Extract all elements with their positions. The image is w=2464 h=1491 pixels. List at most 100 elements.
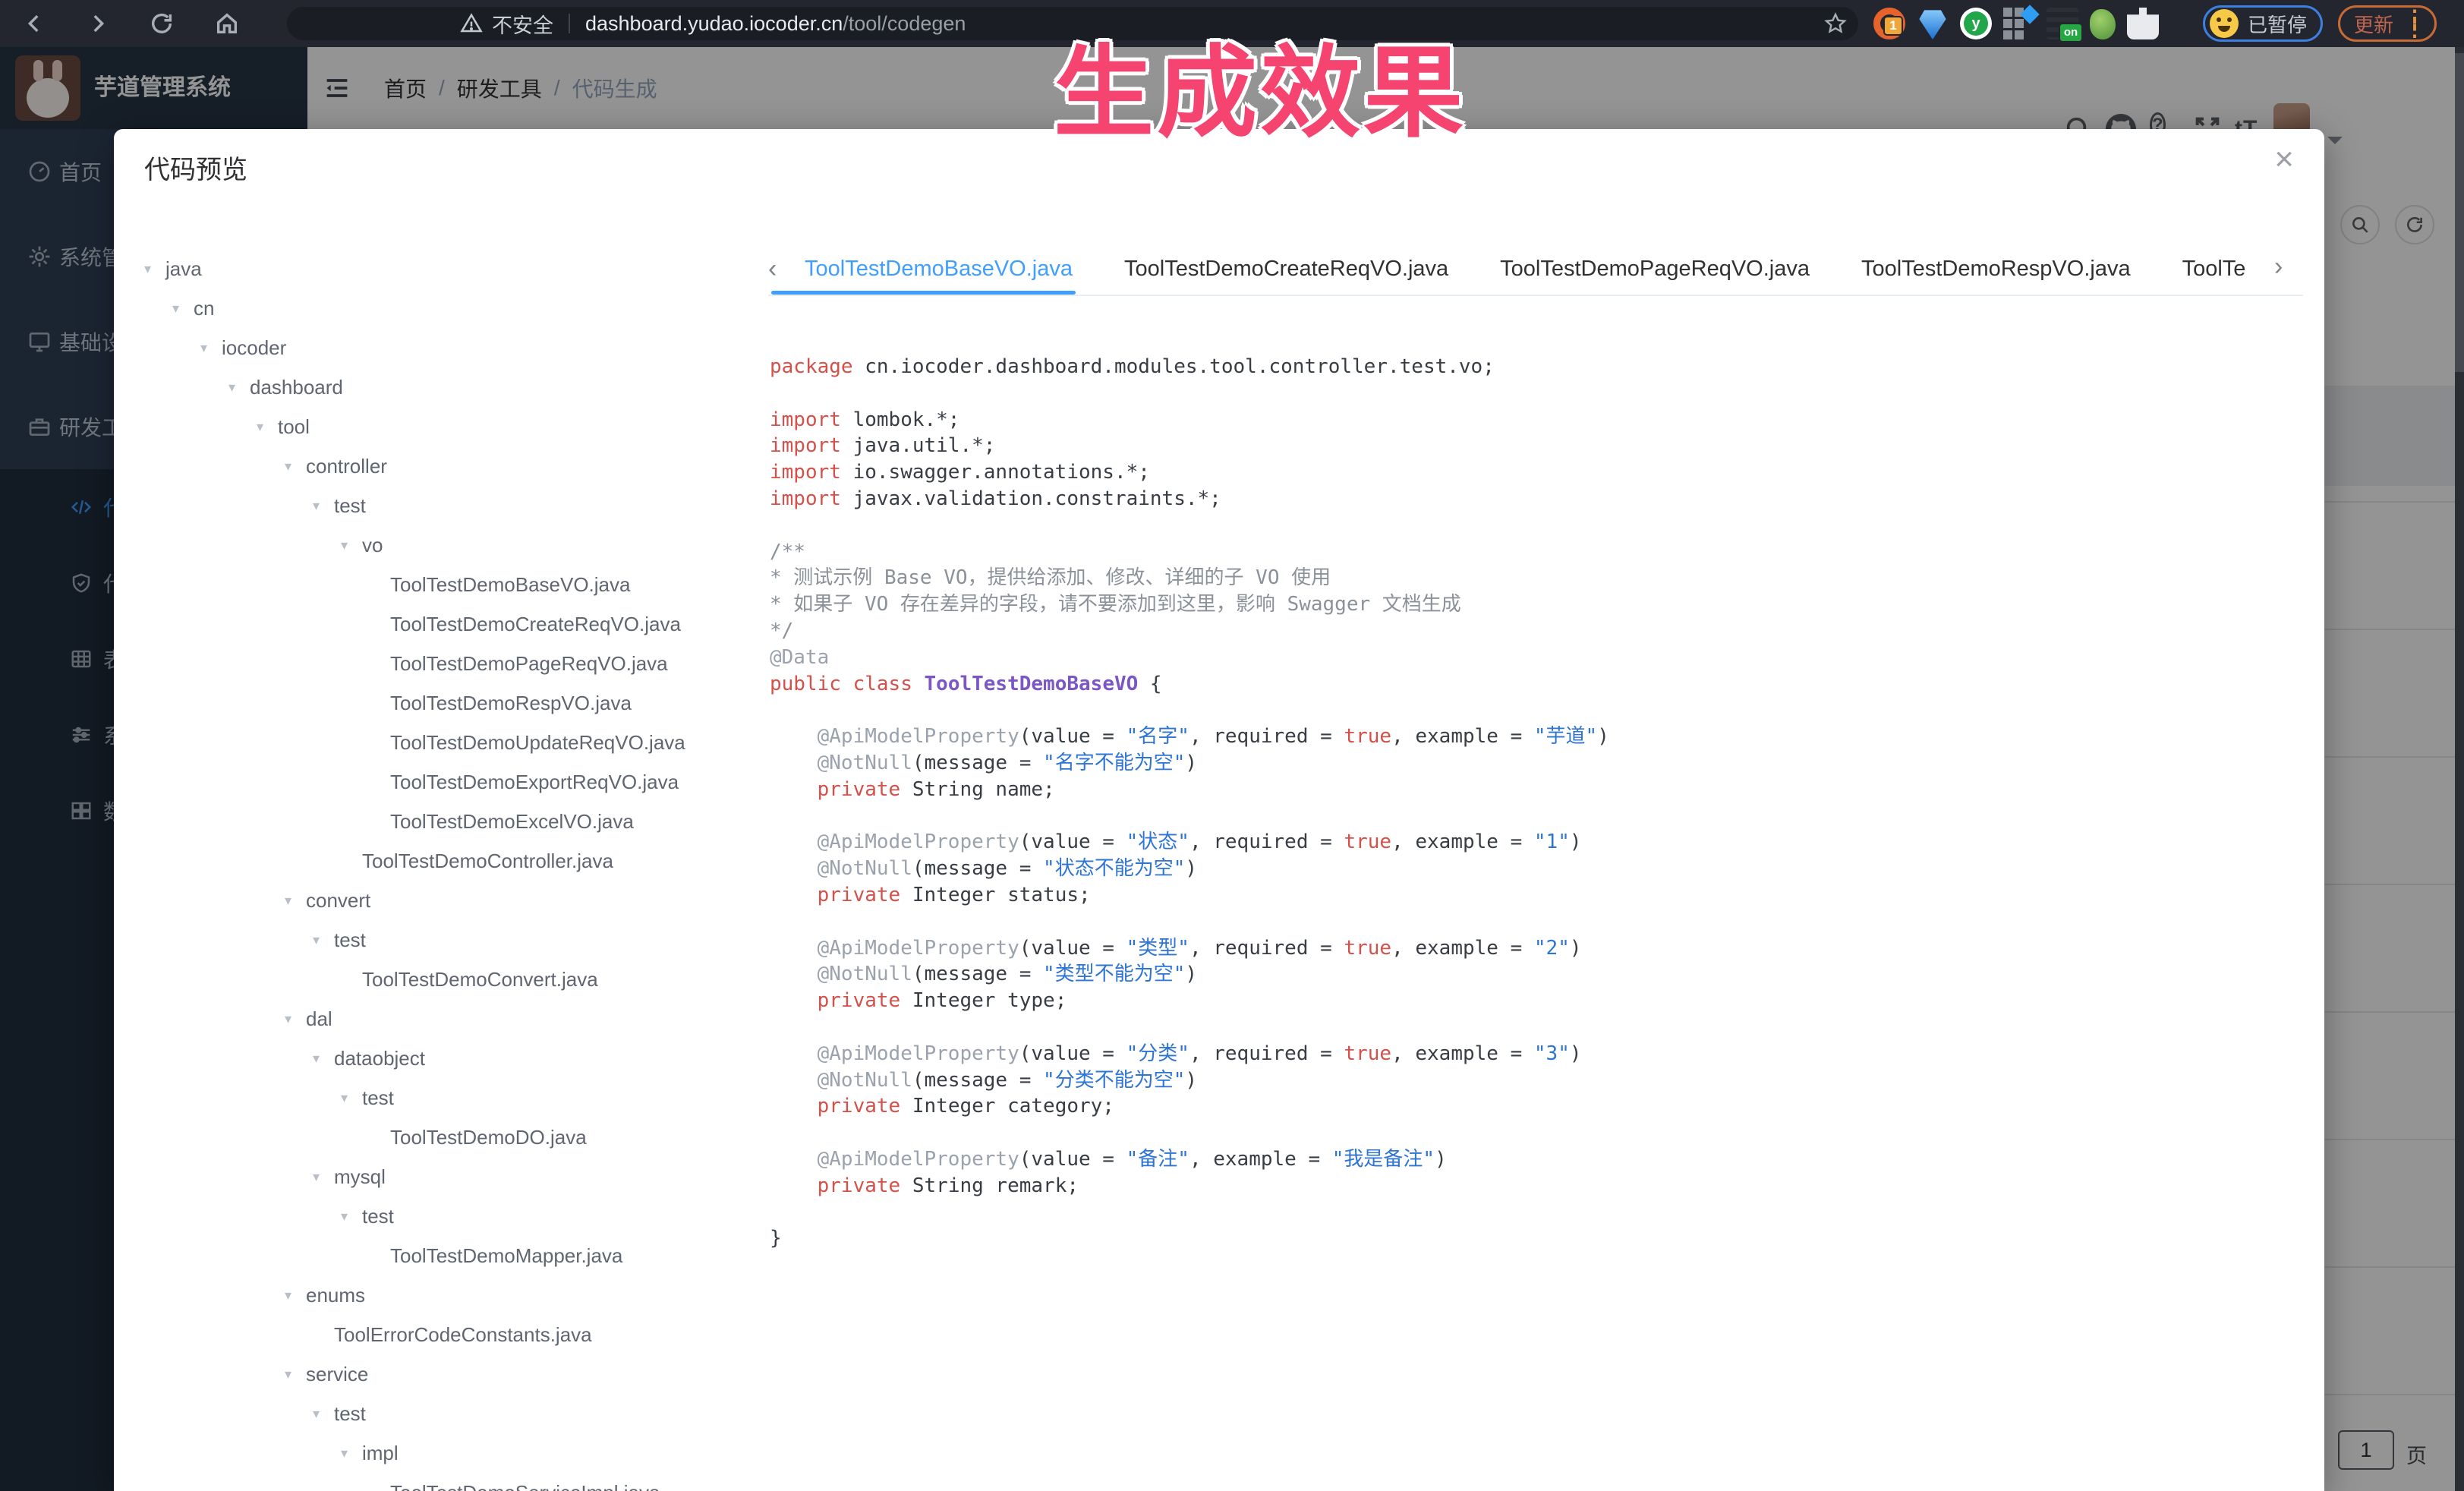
tree-item-file[interactable]: ToolTestDemoConvert.java <box>144 960 751 999</box>
url-divider <box>569 14 570 33</box>
tree-item-file[interactable]: ToolTestDemoMapper.java <box>144 1236 751 1275</box>
scrollbar-thumb[interactable] <box>2455 53 2464 372</box>
back-icon[interactable] <box>21 11 47 36</box>
code-line: import lombok.*; <box>770 407 2303 433</box>
tree-item-label: ToolTestDemoPageReqVO.java <box>390 652 668 676</box>
file-tabs: ‹ ToolTestDemoBaseVO.java ToolTestDemoCre… <box>768 243 2303 296</box>
home-icon[interactable] <box>214 11 240 36</box>
code-line: @ApiModelProperty(value = "分类", required… <box>770 1041 2303 1067</box>
tab-0[interactable]: ToolTestDemoBaseVO.java <box>805 243 1073 295</box>
code-line: @NotNull(message = "分类不能为空") <box>770 1067 2303 1094</box>
code-line: } <box>770 1225 2303 1252</box>
code-line: import io.swagger.annotations.*; <box>770 459 2303 486</box>
code-line: @ApiModelProperty(value = "备注", example … <box>770 1146 2303 1173</box>
paused-badge[interactable]: 已暂停 <box>2203 5 2323 42</box>
code-line <box>770 1120 2303 1146</box>
tree-item-folder[interactable]: ▾test <box>144 920 751 960</box>
forward-icon[interactable] <box>85 11 111 36</box>
url-path: /tool/codegen <box>843 12 966 36</box>
code-line: * 测试示例 Base VO，提供给添加、修改、详细的子 VO 使用 <box>770 565 2303 591</box>
tree-item-file[interactable]: ToolTestDemoPageReqVO.java <box>144 644 751 683</box>
browser-scrollbar[interactable] <box>2455 47 2464 1491</box>
orange-ring-extension-icon[interactable]: 1 <box>1873 8 1905 39</box>
not-secure-warning-icon[interactable] <box>460 12 483 35</box>
tree-item-folder[interactable]: ▾service <box>144 1354 751 1394</box>
tree-item-label: ToolTestDemoMapper.java <box>390 1244 622 1268</box>
green-v-circle-extension-icon[interactable] <box>1960 8 1992 39</box>
tree-item-folder[interactable]: ▾vo <box>144 525 751 565</box>
tree-item-label: test <box>362 1205 394 1228</box>
tree-caret-icon: ▾ <box>285 1366 306 1382</box>
tree-item-file[interactable]: ToolErrorCodeConstants.java <box>144 1315 751 1354</box>
code-pane: ‹ ToolTestDemoBaseVO.java ToolTestDemoCre… <box>768 243 2303 1491</box>
tree-caret-icon: ▾ <box>313 1406 334 1422</box>
tree-item-label: convert <box>306 889 370 913</box>
tree-item-file[interactable]: ToolTestDemoExportReqVO.java <box>144 762 751 802</box>
tree-item-folder[interactable]: ▾test <box>144 1196 751 1236</box>
tree-item-file[interactable]: ToolTestDemoRespVO.java <box>144 683 751 723</box>
code-line: @ApiModelProperty(value = "类型", required… <box>770 935 2303 962</box>
tree-caret-icon: ▾ <box>313 1169 334 1185</box>
tree-item-label: java <box>165 257 202 281</box>
tabs-scroll-right-icon[interactable]: › <box>2274 252 2300 282</box>
code-block: package cn.iocoder.dashboard.modules.too… <box>768 296 2303 1252</box>
code-line: private String name; <box>770 777 2303 803</box>
tree-item-label: dashboard <box>250 376 343 399</box>
tree-caret-icon: ▾ <box>313 498 334 514</box>
reload-icon[interactable] <box>149 11 175 36</box>
browser-menu-icon[interactable]: ⋮⋮ <box>2404 13 2425 34</box>
tree-item-folder[interactable]: ▾impl <box>144 1433 751 1473</box>
green-sprout-extension-icon[interactable] <box>2090 9 2116 39</box>
code-line: private Integer status; <box>770 882 2303 909</box>
tree-item-file[interactable]: ToolTestDemoController.java <box>144 841 751 881</box>
tree-item-folder[interactable]: ▾cn <box>144 288 751 328</box>
code-line: */ <box>770 618 2303 645</box>
tree-item-file[interactable]: ToolTestDemoDO.java <box>144 1117 751 1157</box>
tree-item-folder[interactable]: ▾test <box>144 1078 751 1117</box>
puzzle-extension-icon[interactable] <box>2127 8 2159 39</box>
tree-item-file[interactable]: ToolTestDemoExcelVO.java <box>144 802 751 841</box>
tree-item-folder[interactable]: ▾test <box>144 1394 751 1433</box>
tree-item-file[interactable]: ToolTestDemoCreateReqVO.java <box>144 604 751 644</box>
tab-4[interactable]: ToolTe <box>2182 243 2246 295</box>
blue-pin-extension-icon[interactable] <box>1917 8 1949 39</box>
bookmark-star-icon[interactable] <box>1823 11 1848 36</box>
tree-item-label: test <box>334 494 366 518</box>
tree-item-folder[interactable]: ▾controller <box>144 446 751 486</box>
tab-2[interactable]: ToolTestDemoPageReqVO.java <box>1500 243 1810 295</box>
tree-item-folder[interactable]: ▾java <box>144 249 751 288</box>
tabs-scroll-left-icon[interactable]: ‹ <box>768 254 794 284</box>
tab-1[interactable]: ToolTestDemoCreateReqVO.java <box>1124 243 1448 295</box>
code-line <box>770 1014 2303 1041</box>
tree-item-folder[interactable]: ▾dashboard <box>144 367 751 407</box>
tree-item-folder[interactable]: ▾tool <box>144 407 751 446</box>
tree-item-folder[interactable]: ▾mysql <box>144 1157 751 1196</box>
code-preview-dialog: 代码预览 × ▾java▾cn▾iocoder▾dashboard▾tool▾c… <box>114 129 2324 1491</box>
file-tree: ▾java▾cn▾iocoder▾dashboard▾tool▾controll… <box>144 249 751 1491</box>
tree-item-file[interactable]: ToolTestDemoServiceImpl.java <box>144 1473 751 1491</box>
tree-item-folder[interactable]: ▾dal <box>144 999 751 1039</box>
tree-item-folder[interactable]: ▾dataobject <box>144 1039 751 1078</box>
code-line: import javax.validation.constraints.*; <box>770 486 2303 512</box>
update-button[interactable]: 更新 ⋮⋮ <box>2338 5 2437 42</box>
tree-item-folder[interactable]: ▾convert <box>144 881 751 920</box>
tab-3[interactable]: ToolTestDemoRespVO.java <box>1861 243 2131 295</box>
url-domain: dashboard.yudao.iocoder.cn <box>585 12 843 36</box>
dark-list-extension-icon[interactable]: on <box>2047 8 2078 39</box>
paused-badge-label: 已暂停 <box>2248 10 2307 38</box>
tree-item-folder[interactable]: ▾iocoder <box>144 328 751 367</box>
grid-diamond-extension-icon[interactable] <box>2003 8 2035 39</box>
tree-item-folder[interactable]: ▾test <box>144 486 751 525</box>
tree-item-label: ToolTestDemoUpdateReqVO.java <box>390 731 685 755</box>
code-line: @ApiModelProperty(value = "名字", required… <box>770 723 2303 750</box>
close-icon[interactable]: × <box>2274 143 2294 176</box>
tree-item-file[interactable]: ToolTestDemoUpdateReqVO.java <box>144 723 751 762</box>
tree-item-label: vo <box>362 534 383 557</box>
tree-item-label: ToolErrorCodeConstants.java <box>334 1323 592 1347</box>
tree-caret-icon: ▾ <box>313 1051 334 1067</box>
tree-item-label: ToolTestDemoBaseVO.java <box>390 573 630 597</box>
tree-item-file[interactable]: ToolTestDemoBaseVO.java <box>144 565 751 604</box>
tree-caret-icon: ▾ <box>285 459 306 474</box>
tree-caret-icon: ▾ <box>228 380 250 396</box>
tree-item-folder[interactable]: ▾enums <box>144 1275 751 1315</box>
